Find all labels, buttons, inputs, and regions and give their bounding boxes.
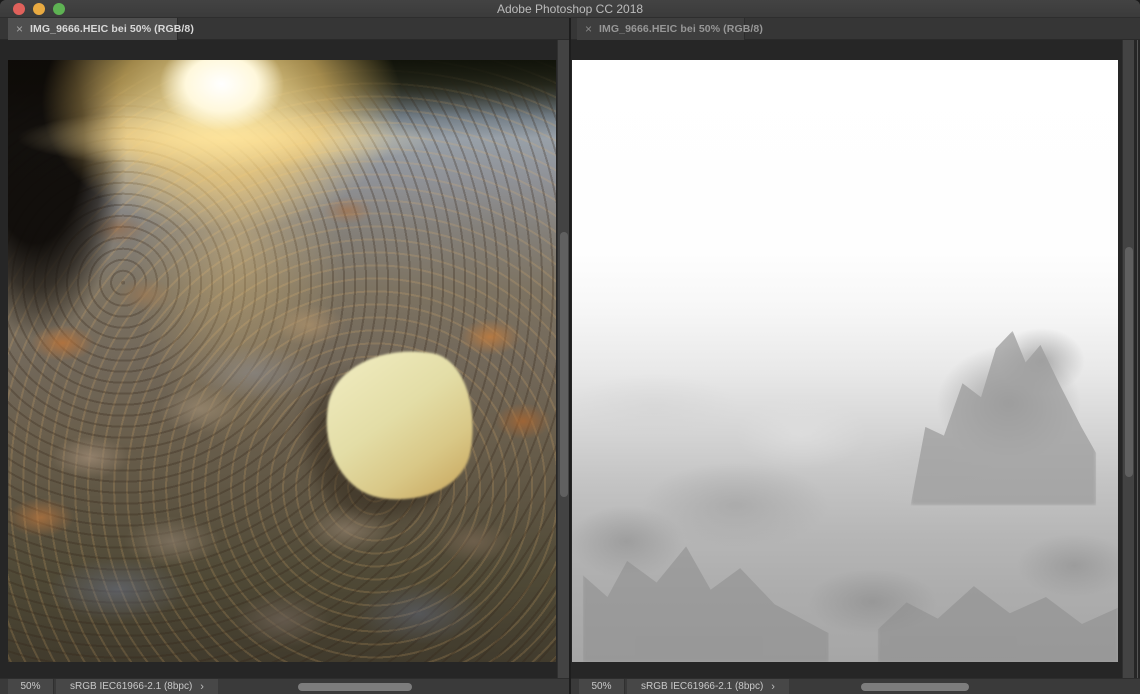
- document-tab-left[interactable]: × IMG_9666.HEIC bei 50% (RGB/8): [8, 18, 194, 40]
- zoom-level-field-right[interactable]: 50%: [579, 679, 625, 694]
- window-title-bar[interactable]: Adobe Photoshop CC 2018: [0, 0, 1140, 18]
- close-window-button[interactable]: [13, 3, 25, 15]
- zoom-level-field-left[interactable]: 50%: [8, 679, 54, 694]
- close-tab-icon[interactable]: ×: [16, 23, 23, 35]
- document-window-depth-map: × IMG_9666.HEIC bei 50% (RGB/8) 50% sRGB…: [569, 18, 1140, 694]
- vertical-scrollbar-left[interactable]: [557, 40, 569, 678]
- document-window-photo: × IMG_9666.HEIC bei 50% (RGB/8) 50% sRGB…: [0, 18, 569, 694]
- status-info-dropdown-left[interactable]: sRGB IEC61966-2.1 (8bpc) ›: [56, 679, 218, 694]
- photo-canvas-leaves[interactable]: [8, 60, 556, 662]
- highlight-leaf-shape: [314, 338, 485, 511]
- traffic-lights: [13, 3, 65, 15]
- depth-blob-shape: [910, 330, 1097, 506]
- photoshop-window: Adobe Photoshop CC 2018 × IMG_9666.HEIC …: [0, 0, 1140, 694]
- color-profile-label-right: sRGB IEC61966-2.1 (8bpc): [641, 681, 764, 692]
- status-info-dropdown-right[interactable]: sRGB IEC61966-2.1 (8bpc) ›: [627, 679, 789, 694]
- depth-blob-shape: [582, 546, 829, 662]
- canvas-area-left: [0, 40, 569, 678]
- document-area: × IMG_9666.HEIC bei 50% (RGB/8) 50% sRGB…: [0, 18, 1140, 694]
- tab-bar-right: × IMG_9666.HEIC bei 50% (RGB/8): [571, 18, 1140, 40]
- close-tab-icon[interactable]: ×: [585, 23, 592, 35]
- tab-label-left: IMG_9666.HEIC bei 50% (RGB/8): [30, 23, 194, 35]
- photo-canvas-depth-map[interactable]: [572, 60, 1118, 662]
- color-profile-label-left: sRGB IEC61966-2.1 (8bpc): [70, 681, 193, 692]
- window-title: Adobe Photoshop CC 2018: [496, 2, 644, 16]
- canvas-area-right: [571, 40, 1140, 678]
- horizontal-scroll-thumb-right[interactable]: [861, 683, 969, 691]
- minimize-window-button[interactable]: [33, 3, 45, 15]
- vertical-scrollbar-right[interactable]: [1122, 40, 1134, 678]
- chevron-right-icon: ›: [200, 680, 204, 693]
- zoom-window-button[interactable]: [53, 3, 65, 15]
- vertical-scroll-thumb-left[interactable]: [560, 232, 568, 497]
- horizontal-scroll-thumb-left[interactable]: [298, 683, 412, 691]
- vertical-scroll-thumb-right[interactable]: [1125, 247, 1133, 477]
- status-bar-left: 50% sRGB IEC61966-2.1 (8bpc) ›: [0, 678, 569, 694]
- chevron-right-icon: ›: [771, 680, 775, 693]
- status-bar-right: 50% sRGB IEC61966-2.1 (8bpc) ›: [571, 678, 1140, 694]
- tab-bar-left: × IMG_9666.HEIC bei 50% (RGB/8): [0, 18, 569, 40]
- document-tab-right[interactable]: × IMG_9666.HEIC bei 50% (RGB/8): [577, 18, 763, 40]
- depth-blob-shape: [877, 586, 1118, 662]
- tab-label-right: IMG_9666.HEIC bei 50% (RGB/8): [599, 23, 763, 35]
